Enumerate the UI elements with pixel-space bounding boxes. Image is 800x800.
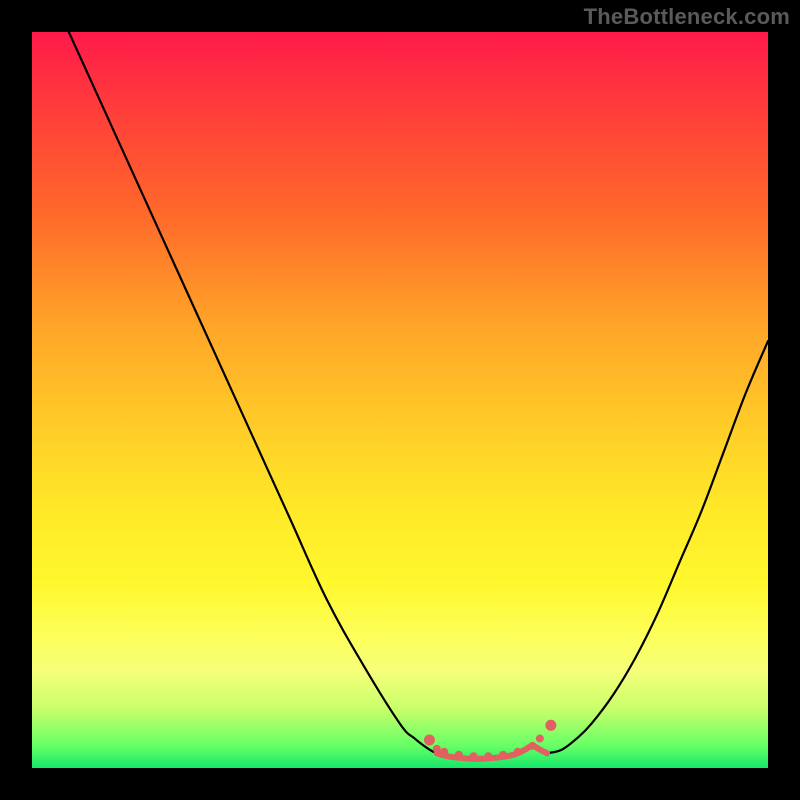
bottom-range-dot [545,720,556,731]
curve-left [69,32,437,753]
watermark-text: TheBottleneck.com [584,4,790,30]
chart-svg [32,32,768,768]
bottom-range-dot [484,752,492,760]
bottom-range-dot [470,752,478,760]
bottom-range-dot [455,751,463,759]
bottom-range-layer [424,720,556,760]
bottom-range-dot [514,748,522,756]
curve-layer [69,32,768,753]
chart-plot-area [32,32,768,768]
bottom-range-dot [499,751,507,759]
bottom-range-dot [440,748,448,756]
bottom-range-dot [528,742,536,750]
bottom-range-dot [536,735,544,743]
curve-right [547,341,768,753]
chart-stage: TheBottleneck.com [0,0,800,800]
bottom-range-dot [433,745,441,753]
bottom-range-dots [424,720,556,760]
bottom-range-dot [424,735,435,746]
